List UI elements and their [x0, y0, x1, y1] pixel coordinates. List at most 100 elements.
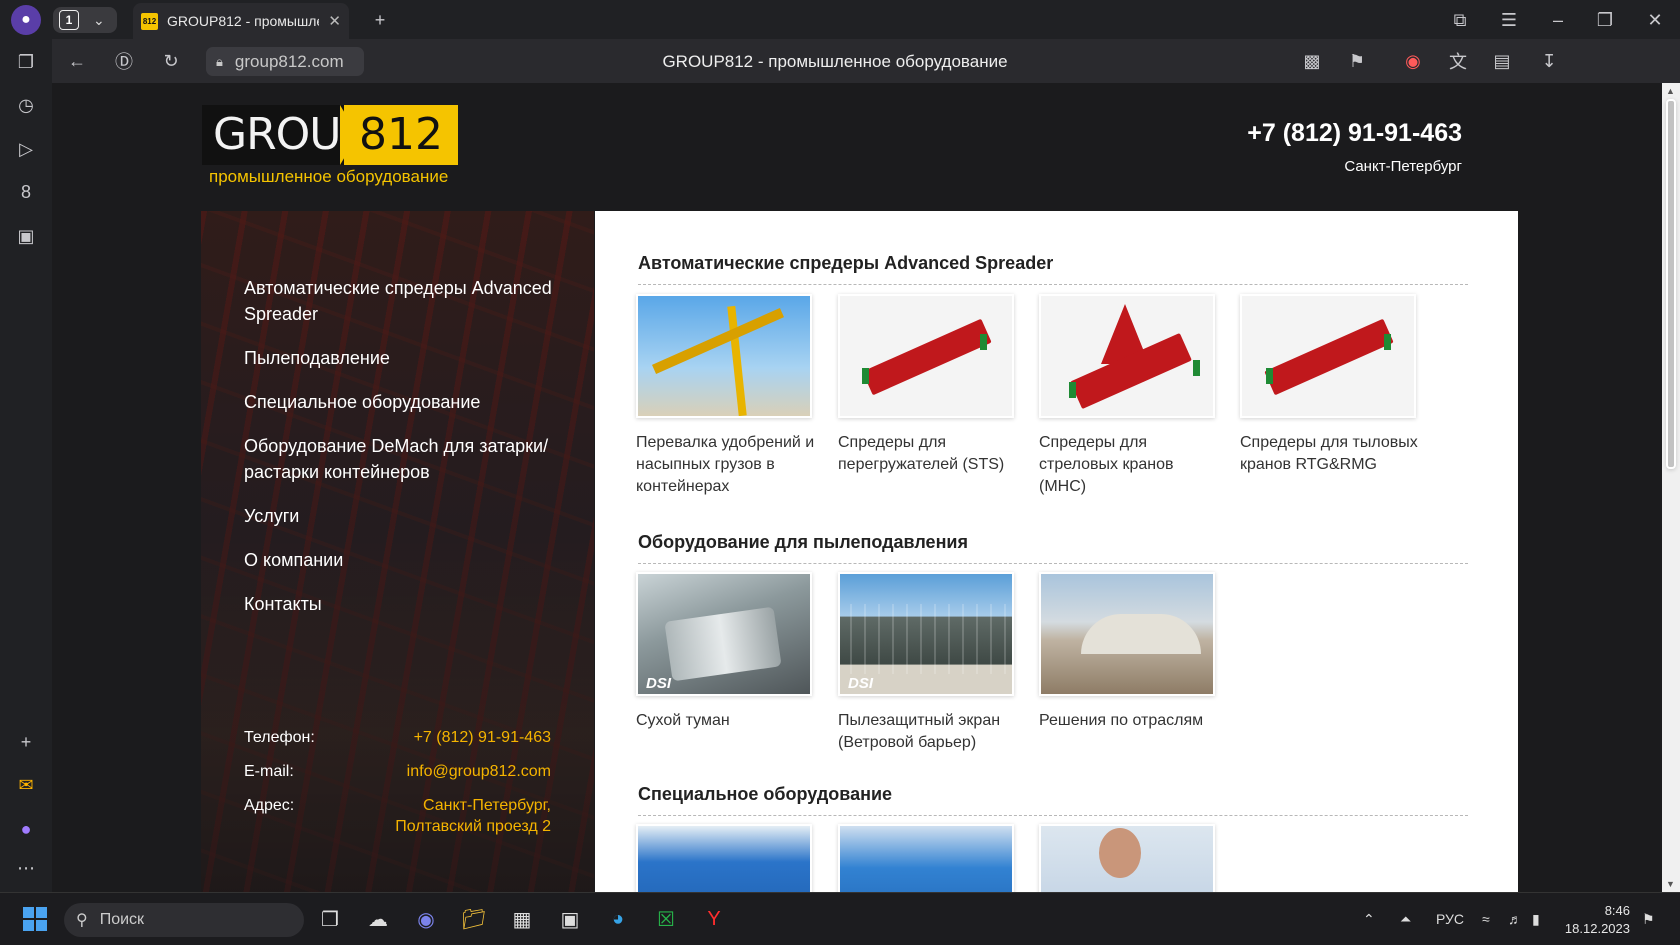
scroll-up-icon[interactable]: ▲ [1666, 86, 1675, 96]
scroll-down-icon[interactable]: ▼ [1666, 879, 1675, 889]
xbox-icon[interactable]: ☒ [648, 901, 684, 937]
product-card[interactable] [838, 824, 1018, 892]
phone-link[interactable]: +7 (812) 91-91-463 [414, 727, 551, 748]
edge-icon[interactable]: ◕ [600, 901, 636, 937]
product-card[interactable] [636, 824, 816, 892]
product-card[interactable]: DSI Пылезащитный экран (Ветровой барьер) [838, 572, 1018, 754]
product-image[interactable] [838, 824, 1014, 892]
product-caption[interactable]: Спредеры для перегружателей (STS) [838, 432, 1018, 476]
product-card[interactable]: Перевалка удобрений и насыпных грузов в … [636, 294, 816, 498]
nav-item-spreaders[interactable]: Автоматические спредеры Advanced Spreade… [244, 275, 574, 327]
product-image[interactable] [1039, 294, 1215, 418]
product-caption[interactable]: Перевалка удобрений и насыпных грузов в … [636, 432, 816, 498]
header-phone[interactable]: +7 (812) 91-91-463 [1247, 119, 1462, 148]
nav-item-demach[interactable]: Оборудование DeMach для затарки/растарки… [244, 433, 574, 485]
app-8-icon[interactable]: 8 [11, 177, 41, 207]
product-card[interactable]: Спредеры для стреловых кранов (МНС) [1039, 294, 1219, 498]
product-image[interactable] [1039, 572, 1215, 696]
bookmark-icon[interactable]: ⚑ [1342, 46, 1372, 76]
product-image[interactable] [636, 294, 812, 418]
tray-chevron-icon[interactable]: ⌃ [1363, 911, 1375, 928]
task-view-icon[interactable]: ❐ [312, 901, 348, 937]
extensions-icon[interactable]: ▩ [1297, 46, 1327, 76]
product-image[interactable] [838, 294, 1014, 418]
reload-icon[interactable]: ↻ [156, 46, 186, 76]
volume-icon[interactable]: ♬ [1508, 911, 1522, 927]
file-explorer-icon[interactable]: 📁︎ [456, 901, 492, 937]
adblock-icon[interactable]: ◉ [1398, 46, 1428, 76]
page-scrollbar[interactable]: ▲ ▼ [1662, 83, 1680, 892]
taskbar-search[interactable]: ⚲ Поиск [64, 903, 304, 937]
language-indicator[interactable]: РУС [1436, 911, 1464, 927]
store-icon[interactable]: ▦ [504, 901, 540, 937]
start-button[interactable] [17, 901, 53, 937]
header-city: Санкт-Петербург [1344, 158, 1462, 175]
nav-item-special-equipment[interactable]: Специальное оборудование [244, 389, 574, 415]
app-icon[interactable]: ▣ [552, 901, 588, 937]
logo-subtitle: промышленное оборудование [209, 167, 449, 186]
product-card[interactable]: Спредеры для тыловых кранов RTG&RMG [1240, 294, 1420, 476]
product-image[interactable]: DSI [838, 572, 1014, 696]
search-placeholder: Поиск [99, 911, 145, 928]
microphone-icon[interactable]: ⏶ [1400, 911, 1411, 928]
nav-item-about[interactable]: О компании [244, 547, 574, 573]
collections-icon[interactable]: ⧉ [1445, 5, 1475, 35]
more-icon[interactable]: ⋯ [11, 853, 41, 883]
email-label: E-mail: [244, 763, 294, 780]
product-caption[interactable]: Спредеры для тыловых кранов RTG&RMG [1240, 432, 1420, 476]
nav-item-contacts[interactable]: Контакты [244, 591, 574, 617]
weather-icon[interactable]: ☁ [360, 901, 396, 937]
address-link[interactable]: Санкт-Петербург, Полтавский проезд 2 [336, 795, 551, 837]
reader-icon[interactable]: ▤ [1487, 46, 1517, 76]
nav-item-dust-suppression[interactable]: Пылеподавление [244, 345, 574, 371]
content-area: Автоматические спредеры Advanced Spreade… [595, 211, 1518, 892]
tabs-icon[interactable]: ❐ [11, 47, 41, 77]
restore-icon[interactable]: ❐ [1590, 5, 1620, 35]
logo-number-text: 812 [344, 105, 458, 165]
mail-icon[interactable]: ✉ [11, 770, 41, 800]
product-card[interactable]: Спредеры для перегружателей (STS) [838, 294, 1018, 476]
product-image[interactable]: DSI [636, 572, 812, 696]
product-card[interactable] [1039, 824, 1219, 892]
product-image[interactable] [1240, 294, 1416, 418]
close-tab-icon[interactable]: ✕ [328, 12, 341, 30]
product-caption[interactable]: Сухой туман [636, 710, 816, 732]
notification-icon[interactable]: ⚑ [1642, 911, 1655, 928]
translate-icon[interactable]: 文 [1443, 46, 1473, 76]
minimize-icon[interactable]: – [1543, 5, 1573, 35]
clock-time: 8:46 [1604, 903, 1630, 918]
product-card[interactable]: DSI Сухой туман [636, 572, 816, 732]
nav-item-services[interactable]: Услуги [244, 503, 574, 529]
email-link[interactable]: info@group812.com [407, 761, 551, 782]
back-icon[interactable]: ← [62, 46, 92, 76]
product-caption[interactable]: Спредеры для стреловых кранов (МНС) [1039, 432, 1219, 498]
site-logo[interactable]: GROUP 812 промышленное оборудование [202, 105, 458, 190]
product-image[interactable] [636, 824, 812, 892]
product-card[interactable]: Решения по отраслям [1039, 572, 1219, 732]
url-field[interactable]: 🔒︎ group812.com [206, 47, 364, 76]
screenshot-icon[interactable]: ▣ [11, 221, 41, 251]
tab-counter[interactable]: 1 ⌄ [53, 7, 117, 33]
download-icon[interactable]: ↧ [1534, 46, 1564, 76]
clock[interactable]: 8:46 18.12.2023 [1565, 902, 1630, 938]
close-window-icon[interactable]: ✕ [1640, 5, 1670, 35]
play-icon[interactable]: ▷ [11, 134, 41, 164]
add-icon[interactable]: + [11, 727, 41, 757]
product-caption[interactable]: Решения по отраслям [1039, 710, 1219, 732]
teams-icon[interactable]: ◉ [408, 901, 444, 937]
menu-icon[interactable]: ☰ [1494, 5, 1524, 35]
product-caption[interactable]: Пылезащитный экран (Ветровой барьер) [838, 710, 1018, 754]
profile-icon[interactable]: ● [11, 5, 41, 35]
browser-tab[interactable]: 812 GROUP812 - промышле ✕ [133, 3, 349, 39]
battery-icon[interactable]: ▮ [1532, 911, 1540, 928]
clock-date: 18.12.2023 [1564, 921, 1630, 936]
alice-icon[interactable]: ● [11, 814, 41, 844]
scroll-thumb[interactable] [1666, 99, 1676, 469]
yandex-browser-icon[interactable]: Y [696, 901, 732, 937]
section-title: Оборудование для пылеподавления [638, 532, 1468, 564]
new-tab-icon[interactable]: + [365, 5, 395, 35]
yandex-icon[interactable]: Ⓓ [109, 46, 139, 76]
wifi-icon[interactable]: ≈ [1482, 911, 1490, 927]
product-image[interactable] [1039, 824, 1215, 892]
history-icon[interactable]: ◷ [11, 90, 41, 120]
